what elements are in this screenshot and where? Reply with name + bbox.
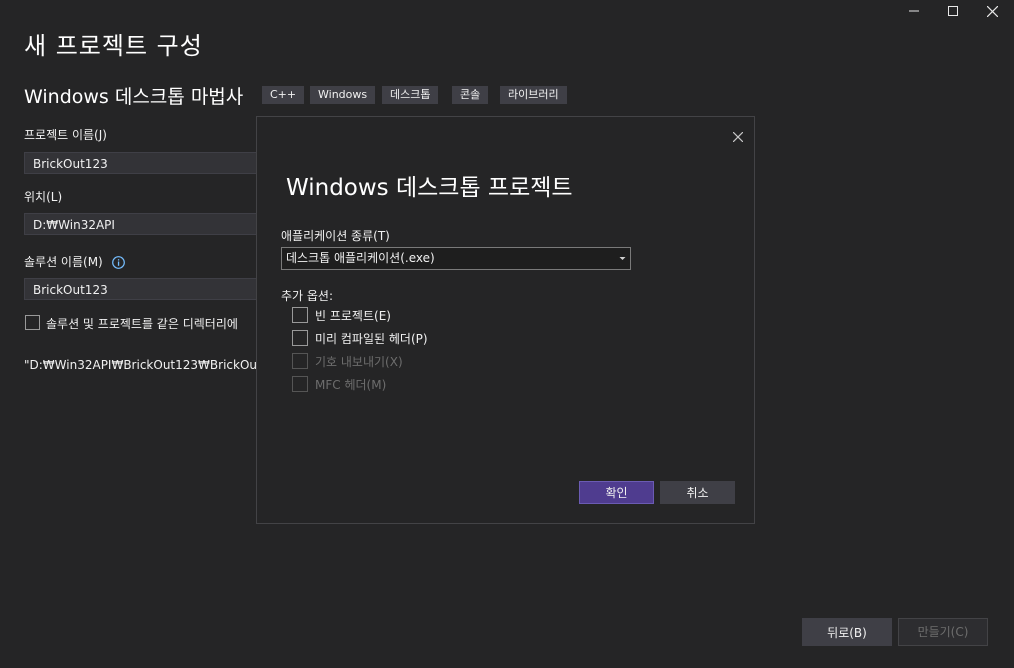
cancel-button[interactable]: 취소 <box>660 481 735 504</box>
wizard-title: Windows 데스크톱 마법사 <box>24 86 244 108</box>
mfc-headers-label: MFC 헤더(M) <box>315 378 387 392</box>
project-name-input[interactable]: BrickOut123 <box>24 152 260 174</box>
location-input[interactable]: D:₩Win32API <box>24 213 260 235</box>
dialog-title: Windows 데스크톱 프로젝트 <box>286 175 573 201</box>
tag-windows: Windows <box>310 86 376 104</box>
maximize-button[interactable] <box>933 0 973 22</box>
tag-cpp: C++ <box>262 86 305 104</box>
ok-button[interactable]: 확인 <box>579 481 654 504</box>
location-label: 위치(L) <box>24 190 63 204</box>
tag-console: 콘솔 <box>452 86 489 104</box>
create-button[interactable]: 만들기(C) <box>898 618 988 646</box>
project-name-label: 프로젝트 이름(J) <box>24 128 107 142</box>
tag-desktop: 데스크톱 <box>382 86 439 104</box>
maximize-icon <box>948 6 958 16</box>
close-icon <box>986 5 998 17</box>
solution-name-label: 솔루션 이름(M) <box>24 255 103 269</box>
export-symbols-checkbox <box>292 353 308 369</box>
empty-project-checkbox[interactable] <box>292 307 308 323</box>
info-icon[interactable] <box>112 254 125 273</box>
back-button[interactable]: 뒤로(B) <box>802 618 892 646</box>
page-title: 새 프로젝트 구성 <box>24 32 203 60</box>
app-type-value: 데스크톱 애플리케이션(.exe) <box>286 251 435 265</box>
close-icon <box>732 131 744 143</box>
precompiled-header-label: 미리 컴파일된 헤더(P) <box>315 332 428 346</box>
same-directory-checkbox[interactable] <box>25 315 40 330</box>
empty-project-label: 빈 프로젝트(E) <box>315 309 391 323</box>
export-symbols-label: 기호 내보내기(X) <box>315 355 403 369</box>
path-preview: "D:₩Win32API₩BrickOut123₩BrickOut123 <box>24 358 256 372</box>
precompiled-header-checkbox[interactable] <box>292 330 308 346</box>
close-window-button[interactable] <box>972 0 1012 22</box>
options-label: 추가 옵션: <box>281 289 334 303</box>
dialog-close-button[interactable] <box>732 127 744 146</box>
app-type-label: 애플리케이션 종류(T) <box>281 229 390 243</box>
app-type-dropdown[interactable]: 데스크톱 애플리케이션(.exe) <box>281 247 631 270</box>
minimize-icon <box>909 10 919 12</box>
same-directory-label: 솔루션 및 프로젝트를 같은 디렉터리에 <box>46 317 238 331</box>
solution-name-input[interactable]: BrickOut123 <box>24 278 260 300</box>
chevron-down-icon <box>619 248 626 276</box>
mfc-headers-checkbox <box>292 376 308 392</box>
tag-library: 라이브러리 <box>500 86 567 104</box>
minimize-button[interactable] <box>894 0 934 22</box>
